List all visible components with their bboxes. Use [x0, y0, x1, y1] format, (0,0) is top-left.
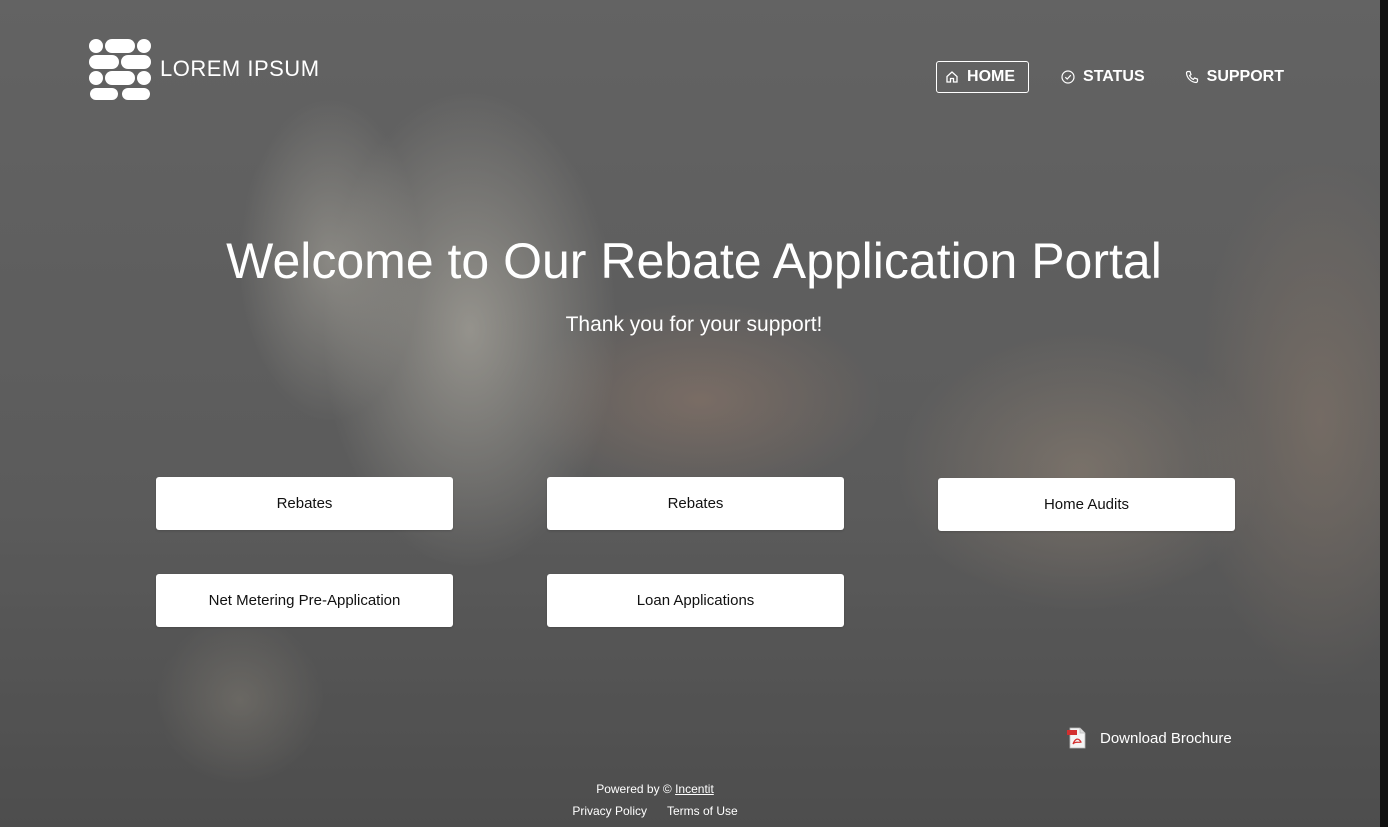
- check-circle-icon: [1061, 70, 1075, 84]
- nav-home-label: HOME: [967, 68, 1016, 85]
- home-icon: [946, 71, 958, 83]
- brand-name: LOREM IPSUM: [160, 56, 320, 81]
- nav-home[interactable]: HOME: [936, 61, 1030, 93]
- net-metering-pre-application-button[interactable]: Net Metering Pre-Application: [156, 574, 453, 627]
- rebates-button-2[interactable]: Rebates: [547, 477, 844, 530]
- top-nav: HOME STATUS SUPPORT: [936, 61, 1292, 93]
- pdf-file-icon: [1067, 727, 1086, 749]
- brand-logo[interactable]: LOREM IPSUM: [88, 38, 320, 100]
- rebates-button[interactable]: Rebates: [156, 477, 453, 530]
- page-content: LOREM IPSUM HOME STATUS SUPPORT Welcome …: [0, 0, 1388, 827]
- page: LOREM IPSUM HOME STATUS SUPPORT Welcome …: [0, 0, 1388, 827]
- powered-by: Powered by © Incentit: [0, 782, 1310, 796]
- page-title: Welcome to Our Rebate Application Portal: [226, 233, 1162, 289]
- incentit-link[interactable]: Incentit: [675, 782, 714, 796]
- loan-applications-button[interactable]: Loan Applications: [547, 574, 844, 627]
- nav-status-label: STATUS: [1083, 68, 1145, 85]
- download-brochure-link[interactable]: Download Brochure: [1066, 727, 1232, 749]
- page-subtitle: Thank you for your support!: [565, 313, 823, 336]
- terms-of-use-link[interactable]: Terms of Use: [667, 804, 738, 818]
- phone-icon: [1185, 70, 1198, 84]
- powered-by-prefix: Powered by ©: [596, 782, 672, 796]
- nav-support[interactable]: SUPPORT: [1177, 62, 1292, 92]
- download-brochure-label: Download Brochure: [1100, 729, 1232, 747]
- dots-logo-icon: [89, 39, 151, 100]
- footer-links: Privacy Policy Terms of Use: [0, 804, 1310, 818]
- nav-support-label: SUPPORT: [1206, 68, 1284, 85]
- nav-status[interactable]: STATUS: [1053, 62, 1153, 92]
- home-audits-button[interactable]: Home Audits: [938, 478, 1235, 531]
- privacy-policy-link[interactable]: Privacy Policy: [572, 804, 647, 818]
